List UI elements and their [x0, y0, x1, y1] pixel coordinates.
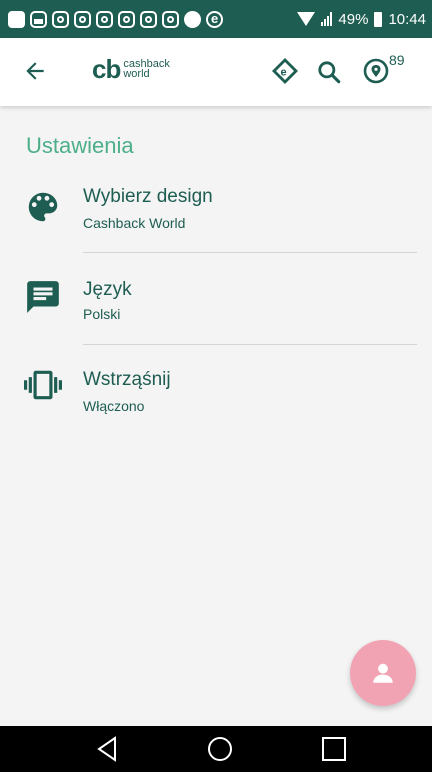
signal-icon	[321, 12, 333, 26]
location-count: 89	[389, 52, 405, 68]
status-indicators: 49% 10:44	[297, 0, 426, 38]
messenger-icon	[184, 10, 201, 28]
clock: 10:44	[388, 10, 426, 28]
divider	[83, 344, 417, 345]
search-icon[interactable]	[316, 59, 342, 85]
palette-icon	[28, 192, 58, 222]
setting-value: Włączono	[83, 398, 145, 414]
setting-value: Cashback World	[83, 215, 186, 231]
cashback-tag-icon[interactable]: e	[270, 56, 300, 86]
profile-fab-button[interactable]	[350, 640, 416, 706]
logo-text: cashback world	[123, 59, 169, 82]
setting-shake[interactable]: Wstrząśnij Włączono	[0, 358, 432, 448]
logo-mark: cb	[92, 54, 121, 84]
back-arrow-icon[interactable]	[22, 58, 48, 84]
vibrate-icon	[24, 370, 62, 400]
navigation-bar	[0, 726, 432, 772]
setting-value: Polski	[83, 306, 121, 322]
e-icon	[206, 10, 223, 28]
image-icon	[30, 10, 47, 28]
battery-icon	[374, 11, 383, 27]
svg-text:e: e	[281, 67, 287, 79]
settings-title: Ustawienia	[26, 133, 134, 158]
status-bar: 49% 10:44	[0, 0, 432, 38]
nav-recents-icon[interactable]	[322, 737, 346, 761]
instagram-icon	[162, 10, 179, 28]
setting-label: Wstrząśnij	[83, 369, 171, 390]
location-icon[interactable]	[362, 57, 390, 85]
wifi-icon	[297, 12, 316, 26]
instagram-icon	[118, 10, 135, 28]
instagram-icon	[96, 10, 113, 28]
divider	[83, 252, 417, 253]
instagram-icon	[52, 10, 69, 28]
cashback-world-logo: cb cashback world	[92, 56, 170, 82]
nav-home-icon[interactable]	[208, 737, 232, 761]
chat-icon	[27, 281, 59, 313]
instagram-icon	[140, 10, 157, 28]
notification-icons	[0, 10, 223, 28]
setting-label: Wybierz design	[83, 186, 213, 207]
setting-label: Język	[83, 279, 132, 300]
app-bar: cb cashback world e 89	[0, 38, 432, 106]
nav-back-icon[interactable]	[96, 736, 118, 762]
battery-percent: 49%	[338, 10, 369, 28]
instagram-icon	[74, 10, 91, 28]
logo-line2: world	[123, 68, 150, 80]
message-icon	[8, 10, 25, 28]
person-icon	[373, 663, 393, 683]
